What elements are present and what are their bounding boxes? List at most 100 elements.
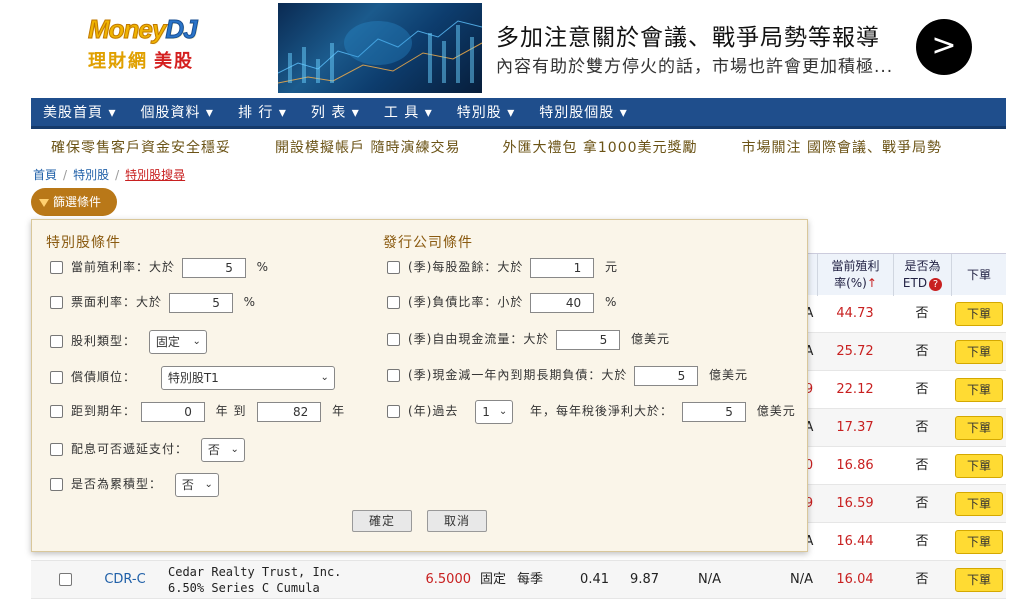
breadcrumb: 首頁 / 特別股 / 特別股搜尋 — [33, 168, 186, 182]
col-etd: 是否為 ETD? — [893, 254, 951, 296]
yield-value: 17.37 — [836, 420, 874, 435]
filter-free-cash-flow: (季)自由現金流量：大於 5 億美元 — [387, 327, 670, 351]
dividend-type: 固定 — [479, 572, 506, 587]
nav-ranking[interactable]: 排 行 ▾ — [226, 98, 299, 126]
etd-value: 否 — [915, 420, 929, 435]
deferrable-select[interactable]: 否 ⌄ — [200, 437, 245, 462]
order-button[interactable]: 下單 — [955, 492, 1003, 516]
etd-value: 否 — [915, 534, 929, 549]
years-select[interactable]: 1 ⌄ — [475, 399, 514, 424]
seniority-checkbox[interactable] — [50, 371, 63, 384]
main-nav: 美股首頁 ▾ 個股資料 ▾ 排 行 ▾ 列 表 ▾ 工 具 ▾ 特別股 ▾ 特別… — [31, 98, 1006, 129]
filter-years-to-maturity: 距到期年： 0 年 到 82 年 — [50, 399, 345, 423]
debt-ratio-checkbox[interactable] — [387, 296, 400, 309]
order-button[interactable]: 下單 — [955, 416, 1003, 440]
chevron-down-icon: ⌄ — [320, 371, 329, 383]
net-income-input[interactable]: 5 — [681, 401, 746, 422]
banner-title[interactable]: 多加注意關於會議、戰爭局勢等報導 — [496, 18, 880, 52]
order-button[interactable]: 下單 — [955, 340, 1003, 364]
col-current-yield[interactable]: 當前殖利 率(%)↑ — [817, 254, 893, 296]
dividend-type-checkbox[interactable] — [50, 335, 63, 348]
etd-value: 否 — [915, 306, 929, 321]
filter-cumulative: 是否為累積型： 否 ⌄ — [50, 472, 219, 497]
confirm-button[interactable]: 確定 — [352, 510, 412, 532]
funnel-icon — [39, 198, 49, 207]
order-button[interactable]: 下單 — [955, 302, 1003, 326]
filter-toggle-button[interactable]: 篩選條件 — [31, 188, 117, 216]
breadcrumb-current[interactable]: 特別股搜尋 — [125, 168, 185, 182]
nav-list[interactable]: 列 表 ▾ — [299, 98, 372, 126]
coupon-rate-input[interactable]: 5 — [168, 292, 233, 313]
cancel-button[interactable]: 取消 — [427, 510, 487, 532]
moneydj-logo[interactable]: MoneyDJ 理財網 美股 — [87, 14, 228, 76]
eps-input[interactable]: 1 — [530, 257, 595, 278]
deferrable-checkbox[interactable] — [50, 443, 63, 456]
nav-preferred[interactable]: 特別股 ▾ — [445, 98, 527, 126]
yield-value: 16.59 — [836, 496, 874, 511]
net-income-checkbox[interactable] — [387, 405, 400, 418]
breadcrumb-home[interactable]: 首頁 — [33, 168, 57, 182]
etd-value: 否 — [915, 382, 929, 397]
cumulative-checkbox[interactable] — [50, 478, 63, 491]
fcf-checkbox[interactable] — [387, 333, 400, 346]
security-name[interactable]: Cedar Realty Trust, Inc. 6.50% Series C C… — [168, 564, 398, 596]
header: MoneyDJ 理財網 美股 多加注意關於會議、戰爭局勢等報導 內容有助於雙方停火… — [0, 0, 1036, 98]
maturity-to-input[interactable]: 82 — [257, 401, 322, 422]
promo-link[interactable]: 外匯大禮包 拿1000美元獎勵 — [502, 136, 697, 162]
filter-net-income: (年)過去 1 ⌄ 年，每年稅後淨利大於： 5 億美元 — [387, 399, 796, 424]
nav-stock-data[interactable]: 個股資料 ▾ — [128, 98, 225, 126]
current-yield-checkbox[interactable] — [50, 261, 63, 274]
nav-preferred-stock[interactable]: 特別股個股 ▾ — [527, 98, 639, 126]
chevron-down-icon: ⌄ — [192, 335, 201, 347]
yield-value: 25.72 — [836, 344, 874, 359]
order-button[interactable]: 下單 — [955, 378, 1003, 402]
filter-dividend-type: 股利類型： 固定 ⌄ — [50, 329, 207, 354]
filter-cash-minus-debt: (季)現金減一年內到期長期負債：大於 5 億美元 — [387, 363, 748, 387]
banner-subtitle[interactable]: 內容有助於雙方停火的話，市場也許會更加積極... — [496, 52, 893, 77]
debt-ratio-input[interactable]: 40 — [530, 292, 595, 313]
payment-frequency: 每季 — [516, 572, 543, 587]
promo-link[interactable]: 開設模擬帳戶 隨時演練交易 — [275, 136, 460, 162]
current-yield-input[interactable]: 5 — [181, 257, 246, 278]
chevron-down-icon: ⌄ — [498, 405, 508, 417]
filter-coupon-rate: 票面利率：大於 5 % — [50, 290, 256, 314]
maturity-from-input[interactable]: 0 — [140, 401, 205, 422]
yield-value: 16.04 — [836, 572, 874, 587]
promo-link[interactable]: 市場關注 國際會議、戰爭局勢 — [742, 136, 942, 162]
etd-value: 否 — [915, 458, 929, 473]
cumulative-select[interactable]: 否 ⌄ — [174, 472, 219, 497]
nav-tools[interactable]: 工 具 ▾ — [372, 98, 445, 126]
issuer-conditions-title: 發行公司條件 — [383, 235, 473, 251]
nav-us-home[interactable]: 美股首頁 ▾ — [31, 98, 128, 126]
filter-panel: 特別股條件 發行公司條件 當前殖利率：大於 5 % 票面利率：大於 5 % 股利… — [31, 219, 808, 552]
promo-link[interactable]: 確保零售客戶資金安全穩妥 — [51, 136, 231, 162]
dividend-type-select[interactable]: 固定 ⌄ — [148, 329, 207, 354]
chevron-down-icon: ⌄ — [230, 443, 239, 455]
breadcrumb-preferred[interactable]: 特別股 — [73, 168, 109, 182]
price-value: 6.5000 — [425, 572, 472, 587]
logo-subtitle: 理財網 美股 — [88, 51, 194, 72]
cash-debt-checkbox[interactable] — [387, 369, 400, 382]
etd-value: 否 — [915, 572, 929, 587]
filter-current-yield: 當前殖利率：大於 5 % — [50, 255, 269, 279]
order-button[interactable]: 下單 — [955, 530, 1003, 554]
banner-image[interactable] — [278, 3, 482, 93]
help-icon[interactable]: ? — [929, 278, 943, 291]
order-button[interactable]: 下單 — [955, 568, 1003, 592]
filter-seniority: 償債順位： 特別股T1 ⌄ — [50, 365, 335, 390]
order-button[interactable]: 下單 — [955, 454, 1003, 478]
fcf-input[interactable]: 5 — [556, 329, 621, 350]
etd-value: 否 — [915, 496, 929, 511]
filter-eps: (季)每股盈餘：大於 1 元 — [387, 255, 618, 279]
coupon-rate-checkbox[interactable] — [50, 296, 63, 309]
eps-checkbox[interactable] — [387, 261, 400, 274]
cash-debt-input[interactable]: 5 — [634, 365, 699, 386]
promo-links: 確保零售客戶資金安全穩妥 開設模擬帳戶 隨時演練交易 外匯大禮包 拿1000美元… — [31, 136, 1006, 162]
etd-value: 否 — [915, 344, 929, 359]
preferred-conditions-title: 特別股條件 — [46, 235, 121, 251]
seniority-select[interactable]: 特別股T1 ⌄ — [160, 365, 335, 390]
row-checkbox[interactable] — [58, 573, 72, 586]
banner-next-button[interactable]: > — [916, 19, 972, 75]
symbol-link[interactable]: CDR-C — [97, 561, 153, 599]
maturity-checkbox[interactable] — [50, 405, 63, 418]
